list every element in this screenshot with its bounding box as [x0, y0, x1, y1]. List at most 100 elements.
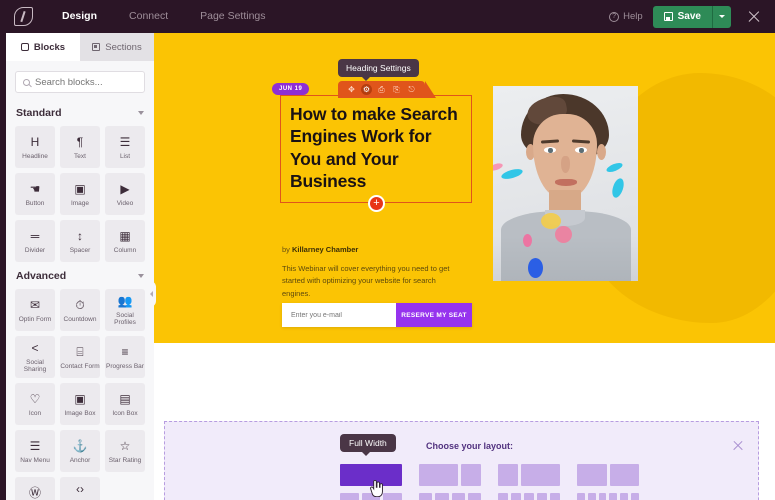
portrait-mouth [555, 179, 577, 186]
heading-block[interactable]: Heading Settings ✥ ⚙ ⎙ ⎘ ⎋ How to make S… [280, 59, 472, 212]
block-list[interactable]: ☰ List [105, 126, 145, 168]
group-header-advanced[interactable]: Advanced [15, 262, 145, 289]
layout-option-four-col[interactable] [419, 493, 481, 500]
close-icon[interactable] [732, 439, 744, 451]
confetti-dot [523, 234, 532, 247]
help-label: Help [623, 11, 643, 22]
byline-author: Killarney Chamber [292, 245, 359, 254]
block-label: Star Rating [108, 456, 142, 464]
progress-bar-icon: ≡ [121, 344, 129, 359]
save-dropdown-button[interactable] [712, 5, 731, 28]
layout-option-six-col[interactable] [577, 493, 639, 500]
list-icon: ☰ [119, 134, 131, 149]
leaf-logo-icon [13, 7, 33, 26]
tab-connect[interactable]: Connect [113, 0, 184, 33]
sidebar-collapse-button[interactable] [146, 281, 156, 307]
heading-settings-tooltip: Heading Settings [338, 59, 419, 81]
block-contact-form[interactable]: ⌸ Contact Form [60, 336, 100, 378]
block-image[interactable]: ▣ Image [60, 173, 100, 215]
move-icon[interactable]: ✥ [346, 84, 357, 95]
search-blocks-box[interactable] [15, 71, 145, 93]
search-icon [23, 78, 30, 86]
group-title-standard: Standard [16, 107, 62, 119]
blocks-sidebar: Blocks Sections Standard H Headlin [6, 33, 154, 500]
settings-gear-icon[interactable]: ⚙ [361, 84, 372, 95]
block-divider[interactable]: ═ Divider [15, 220, 55, 262]
search-input[interactable] [35, 76, 137, 88]
block-star-rating[interactable]: ☆ Star Rating [105, 430, 145, 472]
confetti-dot [605, 161, 624, 174]
duplicate-icon[interactable]: ⎘ [391, 84, 402, 95]
page-canvas: JUN 19 Heading Settings ✥ ⚙ ⎙ ⎘ ⎋ How to… [154, 33, 775, 500]
portrait-eye-left [544, 147, 556, 153]
form-icon: ⌸ [76, 344, 84, 359]
save-button-group: Save [652, 5, 731, 28]
block-social-profiles[interactable]: 👥 Social Profiles [105, 289, 145, 331]
email-input[interactable] [282, 303, 396, 327]
block-label: Social Sharing [23, 359, 47, 373]
wordpress-icon: Ⓦ [28, 485, 41, 500]
column-icon: ▦ [119, 228, 131, 243]
code-brackets-icon: ‹› [76, 482, 84, 496]
block-countdown[interactable]: ⏱ Countdown [60, 289, 100, 331]
block-image-box[interactable]: ▣ Image Box [60, 383, 100, 425]
sidebar-tab-blocks[interactable]: Blocks [6, 33, 80, 61]
block-label: Contact Form [60, 362, 100, 370]
layout-option-two-col-equal[interactable] [577, 464, 639, 486]
hero-headline: How to make Search Engines Work for You … [290, 104, 458, 192]
close-icon[interactable] [745, 8, 763, 26]
delete-trash-icon[interactable]: ⎋ [406, 84, 417, 95]
block-icon[interactable]: ♡ Icon [15, 383, 55, 425]
confetti-dot [610, 176, 626, 200]
block-label: Image Box [64, 409, 96, 417]
save-button[interactable]: Save [652, 5, 712, 28]
block-label: Icon [28, 409, 42, 417]
block-anchor[interactable]: ⚓ Anchor [60, 430, 100, 472]
block-label: Divider [24, 246, 46, 254]
blocks-scroll-area[interactable]: Standard H Headline ¶ Text ☰ List ☚ Butt… [6, 99, 154, 500]
block-button[interactable]: ☚ Button [15, 173, 55, 215]
layout-option-two-col-narrow-wide[interactable] [498, 464, 560, 486]
sidebar-tab-sections[interactable]: Sections [80, 33, 154, 61]
block-label: Button [25, 199, 45, 207]
layout-option-five-col[interactable] [498, 493, 560, 500]
help-button[interactable]: ? Help [609, 11, 643, 22]
block-social-sharing[interactable]: < Social Sharing [15, 336, 55, 378]
block-optin-form[interactable]: ✉ Optin Form [15, 289, 55, 331]
save-block-icon[interactable]: ⎙ [376, 84, 387, 95]
hero-section[interactable]: JUN 19 Heading Settings ✥ ⚙ ⎙ ⎘ ⎋ How to… [154, 33, 775, 343]
block-shortcode[interactable]: Ⓦ Shortcode [15, 477, 55, 500]
confetti-dot [555, 226, 572, 243]
layout-options-row-1 [340, 464, 639, 486]
spacer-arrows-icon: ↕ [77, 228, 83, 243]
app-logo[interactable] [0, 0, 46, 33]
block-label: Optin Form [18, 315, 52, 323]
block-progress-bar[interactable]: ≡ Progress Bar [105, 336, 145, 378]
reserve-seat-button[interactable]: RESERVE MY SEAT [396, 303, 472, 327]
block-label: Column [113, 246, 137, 254]
page-builder-app: Design Connect Page Settings ? Help Save [0, 0, 775, 500]
block-icon-box[interactable]: ▤ Icon Box [105, 383, 145, 425]
layout-option-two-col-wide-narrow[interactable] [419, 464, 481, 486]
add-block-button[interactable]: + [368, 194, 385, 212]
hero-byline: by Killarney Chamber [282, 245, 358, 254]
hero-portrait-image[interactable] [493, 86, 638, 281]
confetti-dot [528, 258, 543, 278]
block-nav-menu[interactable]: ☰ Nav Menu [15, 430, 55, 472]
tab-page-settings[interactable]: Page Settings [184, 0, 281, 33]
tab-design[interactable]: Design [46, 0, 113, 33]
block-headline[interactable]: H Headline [15, 126, 55, 168]
layout-option-three-col[interactable] [340, 493, 403, 500]
sections-icon [92, 43, 101, 51]
block-custom-html[interactable]: ‹› Custom HTML [60, 477, 100, 500]
block-text[interactable]: ¶ Text [60, 126, 100, 168]
block-spacer[interactable]: ↕ Spacer [60, 220, 100, 262]
paragraph-icon: ¶ [76, 134, 84, 149]
group-header-standard[interactable]: Standard [15, 99, 145, 126]
block-label: Nav Menu [20, 456, 50, 464]
block-column[interactable]: ▦ Column [105, 220, 145, 262]
block-video[interactable]: ▶ Video [105, 173, 145, 215]
layout-option-full-width[interactable] [340, 464, 402, 486]
layout-options [340, 464, 639, 500]
floppy-disk-icon [663, 12, 673, 21]
